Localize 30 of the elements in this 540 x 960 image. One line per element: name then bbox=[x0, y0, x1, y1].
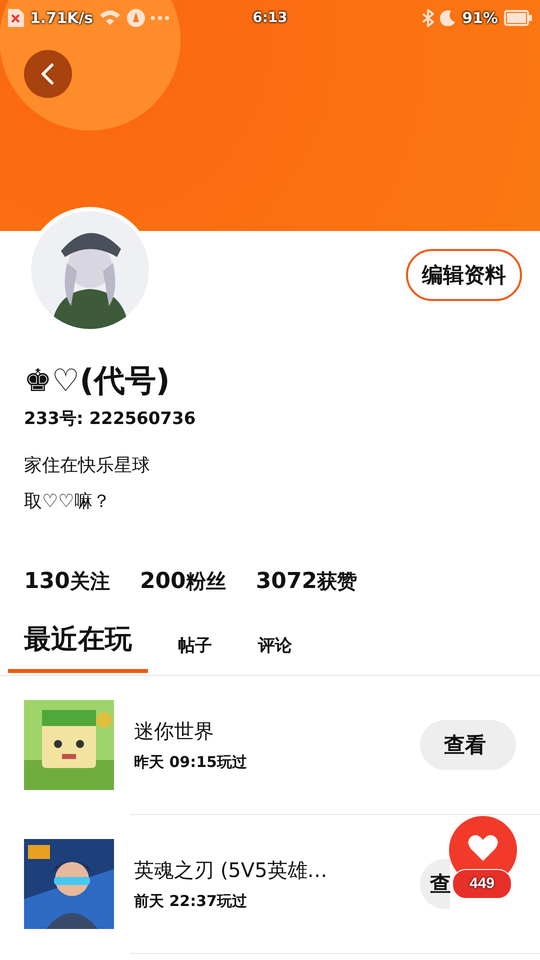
last-played-time: 前天 22:37玩过 bbox=[134, 892, 248, 911]
view-button[interactable]: 查看 bbox=[420, 720, 516, 770]
username: ♚♡(代号) bbox=[24, 362, 171, 401]
stat-count: 3072获赞 bbox=[256, 568, 358, 595]
last-played-time: 昨天 09:15玩过 bbox=[134, 753, 248, 772]
notification-icon bbox=[8, 9, 24, 27]
app-icon bbox=[127, 9, 146, 27]
edit-profile-button[interactable]: 编辑资料 bbox=[406, 249, 522, 301]
battery-percent: 91% bbox=[462, 9, 498, 27]
game-title: 英魂之刃 (5V5英雄… bbox=[134, 857, 328, 884]
view-button[interactable]: 查 bbox=[420, 859, 450, 909]
game-title: 迷你世界 bbox=[134, 718, 215, 745]
more-icon bbox=[151, 16, 170, 20]
like-button[interactable]: 449 bbox=[450, 816, 516, 898]
bio-text: 取♡♡嘛？ bbox=[24, 490, 112, 514]
tab[interactable]: 最近在玩 bbox=[8, 621, 148, 673]
stat-count: 200粉丝 bbox=[140, 568, 226, 595]
tab[interactable]: 帖子 bbox=[162, 634, 228, 673]
user-id: 233号: 222560736 bbox=[24, 408, 197, 430]
bio-text: 家住在快乐星球 bbox=[24, 454, 151, 478]
clock: 6:13 bbox=[252, 10, 288, 26]
network-speed: 1.71K/s bbox=[30, 9, 94, 27]
stat-count: 130关注 bbox=[24, 568, 110, 595]
wifi-icon bbox=[99, 9, 122, 27]
like-count-badge: 449 bbox=[452, 869, 512, 899]
moon-icon bbox=[440, 10, 456, 26]
bluetooth-icon bbox=[422, 9, 434, 27]
battery-icon bbox=[504, 10, 532, 26]
back-button[interactable] bbox=[24, 50, 72, 98]
tab[interactable]: 评论 bbox=[242, 634, 308, 673]
